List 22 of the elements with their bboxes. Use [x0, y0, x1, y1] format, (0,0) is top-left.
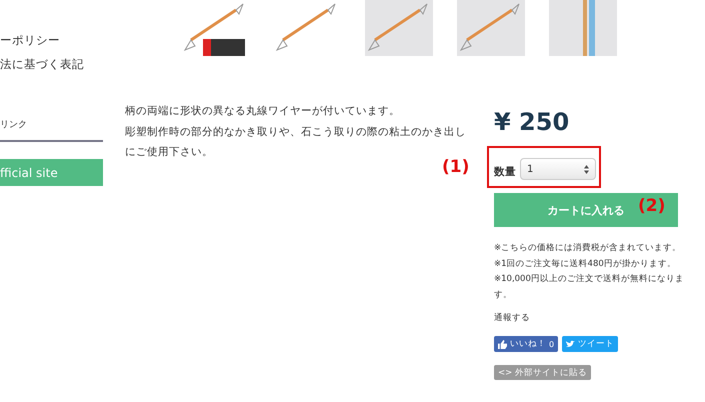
like-count: 0 [549, 340, 554, 348]
product-thumbnail[interactable] [549, 0, 617, 56]
embed-button[interactable]: <> 外部サイトに貼る [494, 365, 591, 380]
like-button[interactable]: いいね！ 0 [494, 336, 558, 352]
shipping-notes: ※こちらの価格には消費税が含まれています。 ※1回のご注文毎に送料480円が掛かります。 ※10,000円以上のご注文で送料が無料になります。 [494, 242, 684, 302]
sidebar-link[interactable]: ーポリシー [0, 28, 103, 52]
section-heading: リンク [0, 118, 103, 142]
annotation-label: (2) [638, 196, 666, 216]
thumbs-up-icon [498, 340, 507, 348]
product-thumbnail[interactable] [457, 0, 525, 56]
tweet-button[interactable]: ツイート [562, 336, 618, 352]
bird-icon [566, 340, 576, 348]
stepper-arrows-icon [584, 164, 589, 174]
product-thumbnail[interactable] [365, 0, 433, 56]
report-link[interactable]: 通報する [494, 312, 680, 324]
price: ¥ 250 [494, 107, 570, 137]
quantity-label: 数量 [494, 165, 516, 179]
sidebar-link[interactable]: 法に基づく表記 [0, 52, 103, 76]
quantity-select[interactable]: 1 [520, 158, 596, 180]
price-badge-icon [203, 39, 245, 56]
annotation-label: (1) [442, 157, 470, 177]
product-description: 柄の両端に形状の異なる丸線ワイヤーが付いています。 彫塑制作時の部分的なかき取りや、石こう取りの際の粘土のかき出しにご使用下さい。 [125, 104, 467, 159]
